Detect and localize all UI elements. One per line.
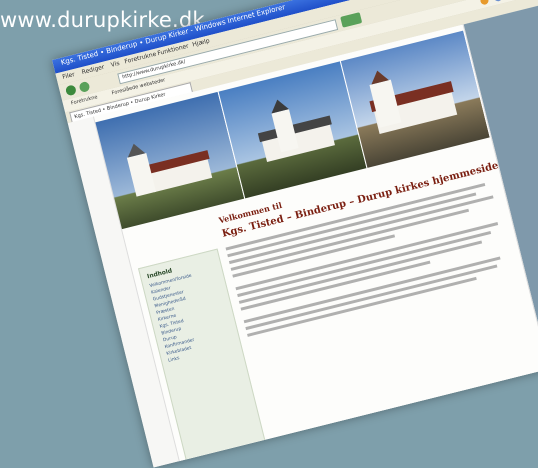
back-icon xyxy=(64,84,77,97)
church-photo-durup xyxy=(341,30,491,168)
go-button xyxy=(340,12,363,28)
home-icon xyxy=(493,0,503,3)
menu-view: Vis xyxy=(110,59,121,69)
forward-icon xyxy=(78,80,91,94)
sidebar-list: Velkommen/forside Kalender Gudstjenester… xyxy=(149,273,211,365)
browser-window-photo: Kgs. Tisted • Binderup • Durup Kirker - … xyxy=(52,0,538,468)
menu-file: Filer xyxy=(61,71,76,81)
rss-icon xyxy=(479,0,490,6)
